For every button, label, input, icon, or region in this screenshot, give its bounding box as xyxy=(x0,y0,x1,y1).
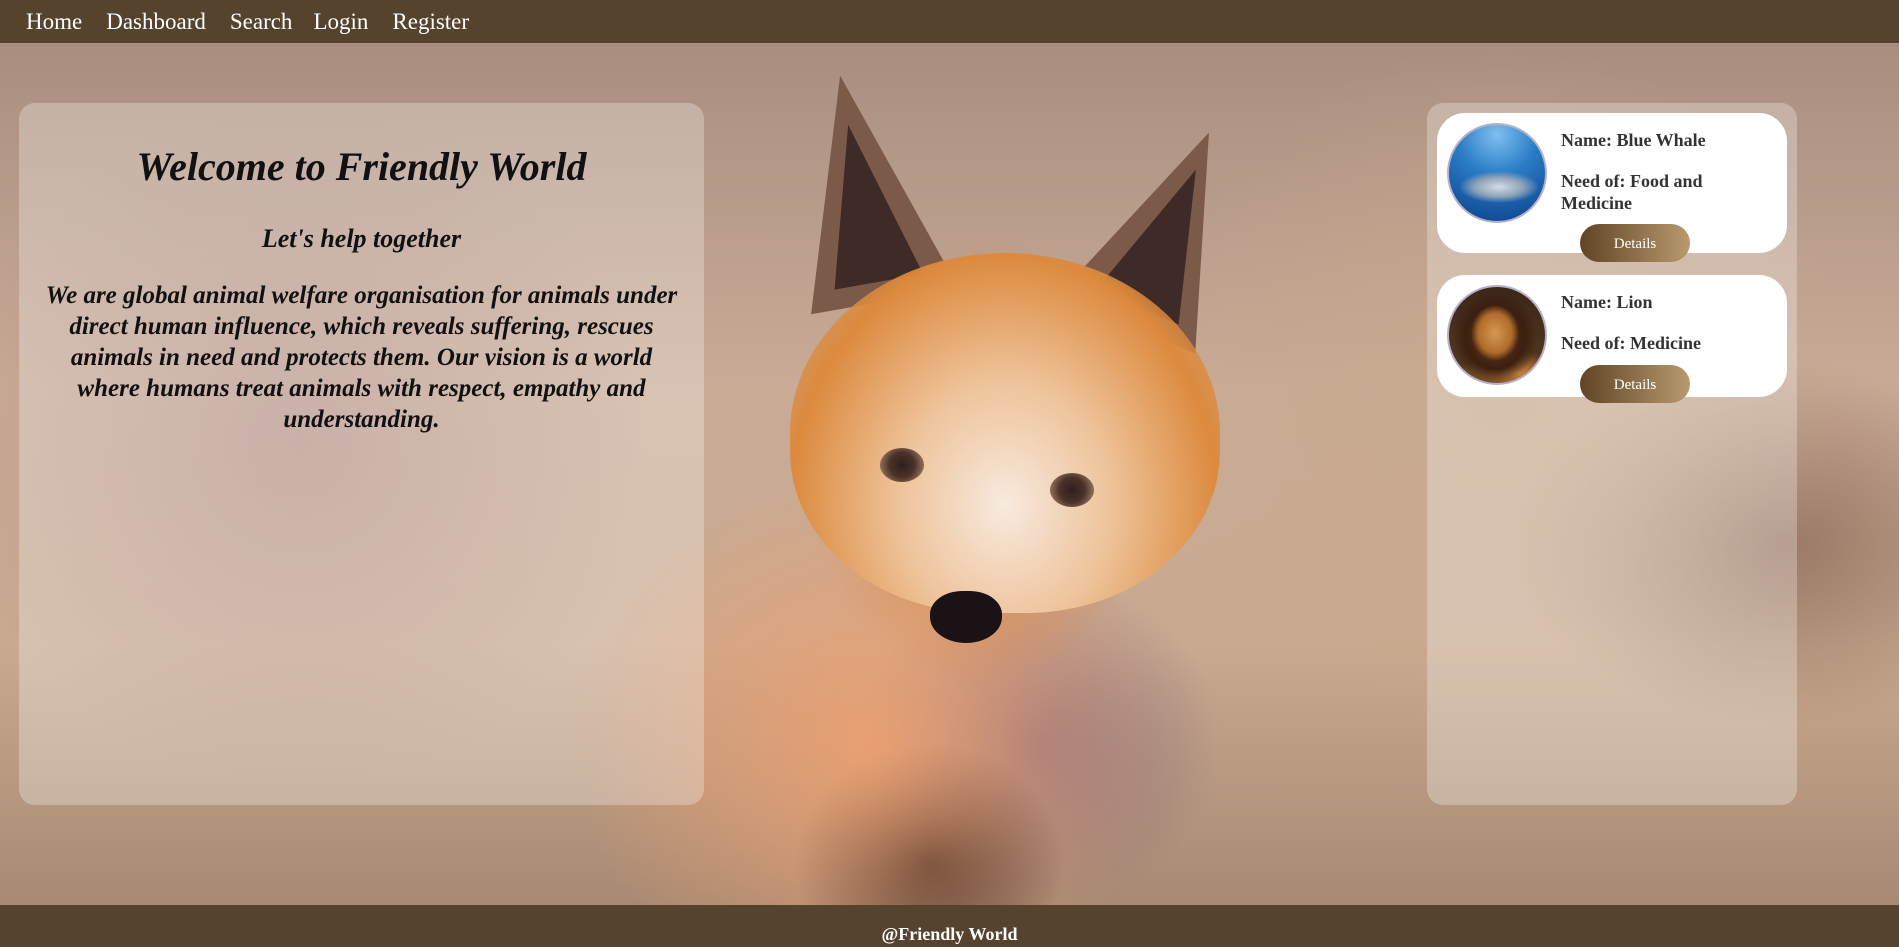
fox-eye-left xyxy=(880,448,924,482)
details-button-blue-whale[interactable]: Details xyxy=(1580,224,1690,262)
animal-info: Name: Lion Need of: Medicine xyxy=(1561,291,1776,354)
fox-eye-right xyxy=(1050,473,1094,507)
animal-card-lion: Name: Lion Need of: Medicine Details xyxy=(1437,275,1787,403)
blue-whale-photo xyxy=(1447,123,1547,223)
nav-search-link[interactable]: Search xyxy=(230,9,293,35)
welcome-description: We are global animal welfare organisatio… xyxy=(45,282,678,433)
welcome-subtitle: Let's help together xyxy=(261,224,462,253)
animal-need: Need of: Food and Medicine xyxy=(1561,171,1703,213)
welcome-panel: Welcome to Friendly World Let's help tog… xyxy=(19,103,704,805)
footer-text: @Friendly World xyxy=(881,924,1018,944)
nav-dashboard-link[interactable]: Dashboard xyxy=(106,9,206,35)
lion-photo xyxy=(1447,285,1547,385)
animals-panel: Name: Blue Whale Need of: Food and Medic… xyxy=(1427,103,1797,805)
nav-home-link[interactable]: Home xyxy=(26,9,82,35)
animal-name: Name: Blue Whale xyxy=(1561,130,1706,150)
fox-face xyxy=(790,253,1220,613)
animal-info: Name: Blue Whale Need of: Food and Medic… xyxy=(1561,129,1776,214)
animal-name: Name: Lion xyxy=(1561,292,1653,312)
animal-card-blue-whale: Name: Blue Whale Need of: Food and Medic… xyxy=(1437,113,1787,262)
nav-login-link[interactable]: Login xyxy=(313,9,368,35)
welcome-title: Welcome to Friendly World xyxy=(136,144,587,189)
animal-need: Need of: Medicine xyxy=(1561,333,1701,353)
top-navigation: Home Dashboard Search Login Register xyxy=(0,0,1899,43)
details-button-lion[interactable]: Details xyxy=(1580,365,1690,403)
footer: @Friendly World xyxy=(0,905,1899,947)
nav-register-link[interactable]: Register xyxy=(392,9,469,35)
fox-nose xyxy=(930,591,1002,643)
